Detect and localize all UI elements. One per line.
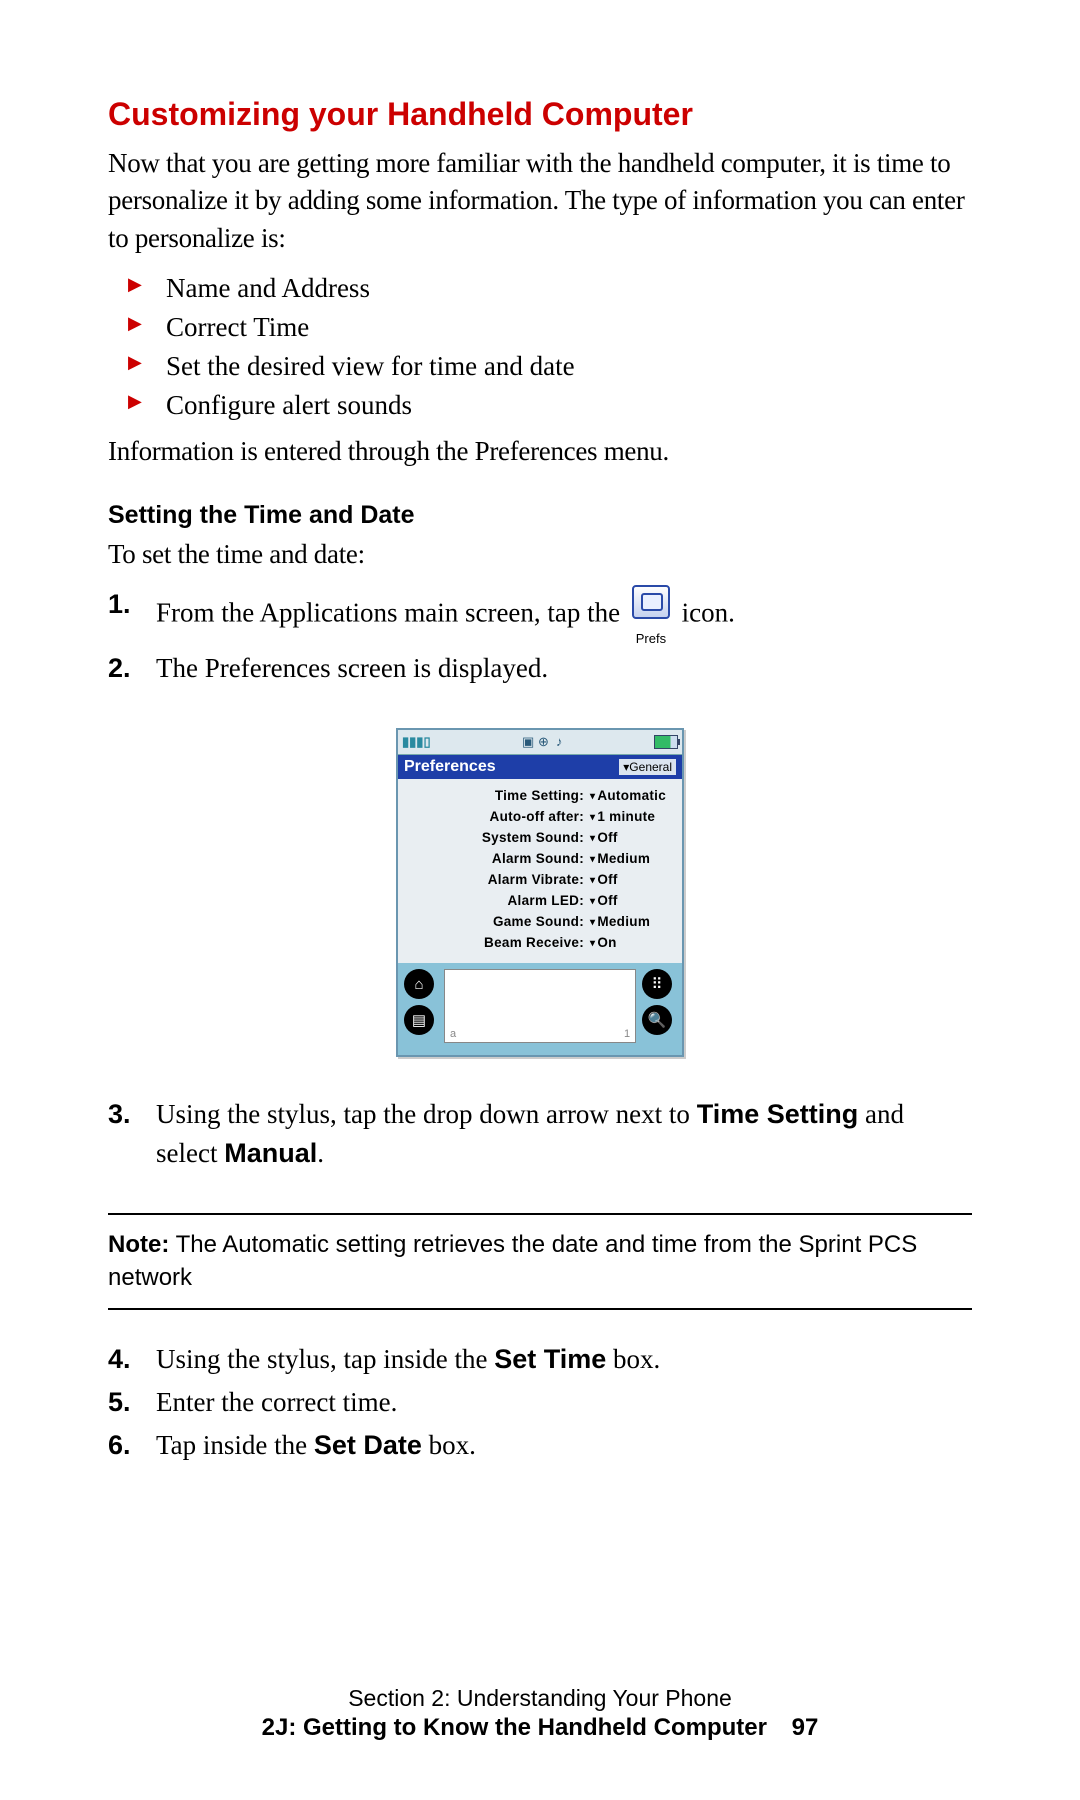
setting-dropdown[interactable]: ▾Medium (588, 851, 676, 866)
divider (108, 1213, 972, 1215)
status-icons: ▣ ⊕ ♪ (522, 734, 563, 750)
step-item: 4. Using the stylus, tap inside the Set … (108, 1340, 972, 1379)
subheading: Setting the Time and Date (108, 501, 972, 530)
step-text-bold: Set Time (494, 1344, 606, 1374)
prefs-icon: Prefs (629, 585, 673, 645)
step-text-bold: Time Setting (697, 1099, 859, 1129)
setting-dropdown[interactable]: ▾Off (588, 872, 676, 887)
home-icon[interactable]: ⌂ (404, 969, 434, 999)
note-label: Note: (108, 1231, 169, 1258)
device-title: Preferences (404, 758, 496, 776)
step-text: The Preferences screen is displayed. (156, 653, 548, 683)
divider (108, 1308, 972, 1310)
step-number: 3. (108, 1095, 131, 1134)
setting-dropdown[interactable]: ▾Medium (588, 914, 676, 929)
note-text: The Automatic setting retrieves the date… (108, 1231, 917, 1290)
step-text: Using the stylus, tap the drop down arro… (156, 1099, 697, 1129)
device-settings-list: Time Setting:▾Automatic Auto-off after:▾… (398, 779, 682, 963)
device-title-bar: Preferences ▾General (398, 755, 682, 779)
menu-icon[interactable]: ▤ (404, 1005, 434, 1035)
step-text-bold: Manual (224, 1138, 317, 1168)
page-heading: Customizing your Handheld Computer (108, 96, 972, 133)
sub-intro: To set the time and date: (108, 536, 972, 573)
graffiti-area[interactable]: a 1 (444, 969, 636, 1043)
intro-paragraph: Now that you are getting more familiar w… (108, 145, 972, 257)
step-number: 2. (108, 649, 131, 688)
setting-row: Alarm Vibrate:▾Off (402, 869, 678, 890)
device-screenshot: ▮▮▮▯ ▣ ⊕ ♪ Preferences ▾General Time Set… (396, 728, 684, 1057)
device-bottom-bar: ⌂ ▤ a 1 ⠿ 🔍 (398, 963, 682, 1055)
setting-row: Auto-off after:▾1 minute (402, 806, 678, 827)
device-status-bar: ▮▮▮▯ ▣ ⊕ ♪ (398, 730, 682, 755)
setting-dropdown[interactable]: ▾1 minute (588, 809, 676, 824)
battery-icon (654, 735, 678, 749)
step-text: From the Applications main screen, tap t… (156, 597, 627, 627)
footer-section: Section 2: Understanding Your Phone (0, 1685, 1080, 1712)
personalize-list: Name and Address Correct Time Set the de… (108, 269, 972, 426)
setting-row: Game Sound:▾Medium (402, 911, 678, 932)
step-item: 3. Using the stylus, tap the drop down a… (108, 1095, 972, 1173)
step-text: Using the stylus, tap inside the (156, 1344, 494, 1374)
step-text: Enter the correct time. (156, 1387, 397, 1417)
step-number: 4. (108, 1340, 131, 1379)
step-number: 1. (108, 585, 131, 624)
setting-dropdown[interactable]: ▾Off (588, 830, 676, 845)
setting-dropdown[interactable]: ▾On (588, 935, 676, 950)
step-number: 5. (108, 1383, 131, 1422)
find-icon[interactable]: 🔍 (642, 1005, 672, 1035)
setting-row: Alarm Sound:▾Medium (402, 848, 678, 869)
setting-row: Time Setting:▾Automatic (402, 785, 678, 806)
note-block: Note: The Automatic setting retrieves th… (108, 1229, 972, 1294)
setting-dropdown[interactable]: ▾Off (588, 893, 676, 908)
step-text-bold: Set Date (314, 1430, 422, 1460)
page-footer: Section 2: Understanding Your Phone 2J: … (0, 1685, 1080, 1742)
setting-dropdown[interactable]: ▾Automatic (588, 788, 676, 803)
step-item: 5. Enter the correct time. (108, 1383, 972, 1422)
list-item: Set the desired view for time and date (138, 347, 972, 386)
setting-row: System Sound:▾Off (402, 827, 678, 848)
step-text: Tap inside the (156, 1430, 314, 1460)
step-item: 1. From the Applications main screen, ta… (108, 585, 972, 645)
footer-chapter: 2J: Getting to Know the Handheld Compute… (262, 1714, 767, 1741)
after-list-text: Information is entered through the Prefe… (108, 433, 972, 470)
list-item: Name and Address (138, 269, 972, 308)
page-number: 97 (792, 1714, 819, 1741)
step-item: 2. The Preferences screen is displayed. (108, 649, 972, 688)
category-dropdown[interactable]: ▾General (619, 759, 676, 775)
setting-row: Beam Receive:▾On (402, 932, 678, 953)
list-item: Correct Time (138, 308, 972, 347)
signal-icon: ▮▮▮▯ (402, 734, 431, 750)
apps-icon[interactable]: ⠿ (642, 969, 672, 999)
step-item: 6. Tap inside the Set Date box. (108, 1426, 972, 1465)
step-text: icon. (682, 597, 735, 627)
list-item: Configure alert sounds (138, 386, 972, 425)
step-number: 6. (108, 1426, 131, 1465)
setting-row: Alarm LED:▾Off (402, 890, 678, 911)
